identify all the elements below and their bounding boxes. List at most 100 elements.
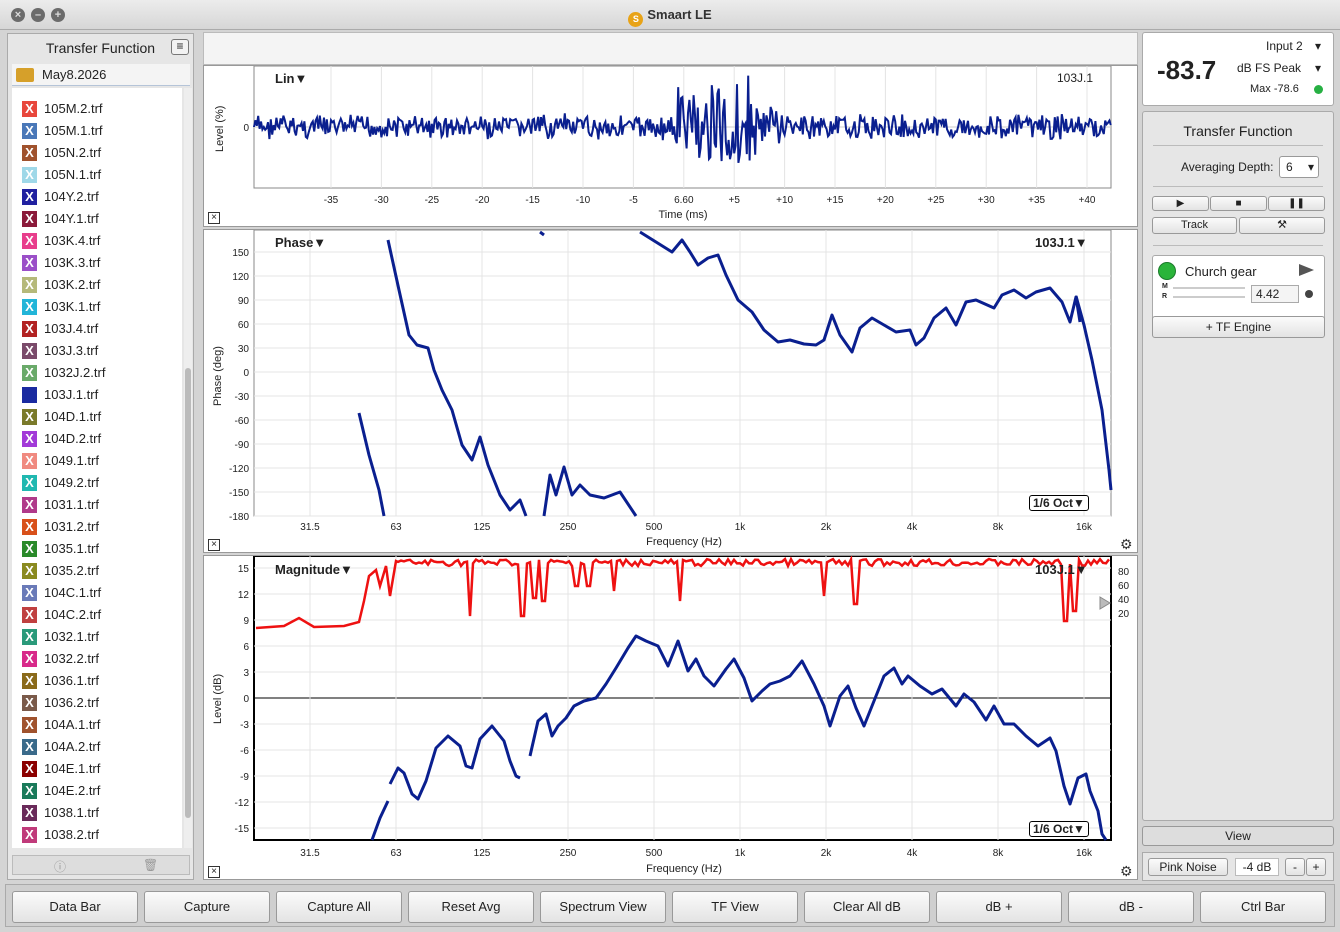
- file-item[interactable]: X 105M.1.trf: [12, 120, 180, 142]
- magnitude-smoothing-select[interactable]: 1/6 Oct▼: [1029, 821, 1089, 837]
- file-list-scrollbar[interactable]: [184, 88, 192, 848]
- gear-icon[interactable]: ⚙: [1120, 536, 1133, 553]
- view-button[interactable]: View: [1142, 826, 1334, 846]
- file-item[interactable]: X 1036.1.trf: [12, 670, 180, 692]
- magnitude-plot[interactable]: 15 12 9 6 3 0 -3 -6 -9 -12 -15 31.5 63 125 250 500 1k 2k 4…: [203, 555, 1138, 880]
- phase-trace-name[interactable]: 103J.1▼: [1035, 235, 1088, 250]
- db-button[interactable]: dB -: [1068, 891, 1194, 923]
- file-item[interactable]: X 104E.2.trf: [12, 780, 180, 802]
- menu-icon[interactable]: ≡: [171, 39, 189, 55]
- file-item[interactable]: X 1036.2.trf: [12, 692, 180, 714]
- file-item[interactable]: X 105N.2.trf: [12, 142, 180, 164]
- file-icon: X: [22, 629, 37, 645]
- file-item[interactable]: X 104A.2.trf: [12, 736, 180, 758]
- play-icon[interactable]: [1299, 264, 1314, 276]
- file-icon: X: [22, 123, 37, 139]
- impulse-x-tick: -5: [629, 195, 638, 206]
- file-item[interactable]: X 103J.4.trf: [12, 318, 180, 340]
- phase-smoothing-select[interactable]: 1/6 Oct▼: [1029, 495, 1089, 511]
- spectrum-view-button[interactable]: Spectrum View: [540, 891, 666, 923]
- capture-all-button[interactable]: Capture All: [276, 891, 402, 923]
- level-plus-button[interactable]: +: [1306, 858, 1326, 876]
- pink-noise-button[interactable]: Pink Noise: [1148, 858, 1228, 876]
- file-item[interactable]: X 104C.1.trf: [12, 582, 180, 604]
- clear-all-db-button[interactable]: Clear All dB: [804, 891, 930, 923]
- phase-y-tick: 60: [238, 320, 250, 331]
- pause-button[interactable]: ❚❚: [1268, 196, 1325, 211]
- info-icon[interactable]: ⓘ: [53, 858, 67, 874]
- impulse-plot[interactable]: -35 -30 -25 -20 -15 -10 -5 6.60 +5 +10 +15 +20 +25 +3…: [203, 65, 1138, 227]
- file-item[interactable]: X 1038.2.trf: [12, 824, 180, 846]
- play-button[interactable]: ▶: [1152, 196, 1209, 211]
- file-item[interactable]: X 104E.1.trf: [12, 758, 180, 780]
- file-item[interactable]: X 104A.1.trf: [12, 714, 180, 736]
- folder-row[interactable]: May8.2026: [12, 64, 190, 86]
- phase-plot[interactable]: 150 120 90 60 30 0 -30 -60 -90 -120 -150 -180 31.5 63…: [203, 229, 1138, 553]
- close-plot-icon[interactable]: ×: [208, 539, 220, 551]
- meter-unit-select[interactable]: dB FS Peak: [1237, 61, 1301, 75]
- chevron-down-icon[interactable]: ▾: [1315, 39, 1321, 53]
- magnitude-y-tick: 9: [243, 616, 249, 627]
- input-select[interactable]: Input 2: [1266, 39, 1303, 53]
- capture-button[interactable]: Capture: [144, 891, 270, 923]
- delay-field[interactable]: 4.42: [1251, 285, 1299, 303]
- file-list[interactable]: X 105M.2.trf X 105M.1.trf X 105N.2.trf X 105N.1…: [12, 88, 182, 848]
- magnitude-chart: 15129630-3-6-9-12-1531.5 63 125 250 500 1k 2k 4…: [235, 556, 1130, 859]
- file-item[interactable]: X 104D.2.trf: [12, 428, 180, 450]
- level-minus-button[interactable]: -: [1285, 858, 1305, 876]
- file-item[interactable]: X 103K.4.trf: [12, 230, 180, 252]
- file-item[interactable]: X 1038.1.trf: [12, 802, 180, 824]
- file-item[interactable]: X 1035.1.trf: [12, 538, 180, 560]
- close-plot-icon[interactable]: ×: [208, 212, 220, 224]
- record-icon[interactable]: [1305, 290, 1313, 298]
- file-item[interactable]: X 105N.1.trf: [12, 164, 180, 186]
- file-item[interactable]: X 103K.2.trf: [12, 274, 180, 296]
- averaging-depth-select[interactable]: 6 ▾: [1279, 156, 1319, 178]
- file-item[interactable]: X 1049.1.trf: [12, 450, 180, 472]
- stop-button[interactable]: ■: [1210, 196, 1267, 211]
- file-item[interactable]: X 1031.2.trf: [12, 516, 180, 538]
- file-item[interactable]: X 105M.2.trf: [12, 98, 180, 120]
- magnitude-trace-name[interactable]: 103J.1▼: [1035, 562, 1088, 577]
- data-bar-button[interactable]: Data Bar: [12, 891, 138, 923]
- file-icon: X: [22, 189, 37, 205]
- phase-y-tick: -150: [229, 488, 249, 499]
- impulse-plot-title[interactable]: Lin▼: [275, 71, 307, 86]
- magnitude-plot-title[interactable]: Magnitude▼: [275, 562, 353, 577]
- file-icon: X: [22, 211, 37, 227]
- ctrl-bar-button[interactable]: Ctrl Bar: [1200, 891, 1326, 923]
- file-item[interactable]: X 1032J.2.trf: [12, 362, 180, 384]
- file-item[interactable]: X 1035.2.trf: [12, 560, 180, 582]
- tools-icon[interactable]: ⚒: [1239, 217, 1325, 234]
- file-item[interactable]: X 104C.2.trf: [12, 604, 180, 626]
- trash-icon[interactable]: 🗑: [143, 858, 158, 872]
- file-item[interactable]: X 1032.1.trf: [12, 626, 180, 648]
- track-button[interactable]: Track: [1152, 217, 1237, 234]
- file-item[interactable]: 103J.1.trf: [12, 384, 180, 406]
- file-item[interactable]: X 104Y.2.trf: [12, 186, 180, 208]
- file-item[interactable]: X 104Y.1.trf: [12, 208, 180, 230]
- add-tf-engine-button[interactable]: + TF Engine: [1152, 316, 1325, 338]
- file-item[interactable]: X 103K.3.trf: [12, 252, 180, 274]
- chevron-down-icon[interactable]: ▾: [1315, 61, 1321, 75]
- smaart-logo-icon: S: [628, 12, 644, 27]
- db-button[interactable]: dB +: [936, 891, 1062, 923]
- reset-avg-button[interactable]: Reset Avg: [408, 891, 534, 923]
- file-item[interactable]: X 104D.1.trf: [12, 406, 180, 428]
- close-plot-icon[interactable]: ×: [208, 866, 220, 878]
- gear-icon[interactable]: ⚙: [1120, 863, 1133, 880]
- scrollbar-thumb[interactable]: [185, 368, 191, 818]
- file-name: 104C.1.trf: [44, 585, 102, 600]
- file-item[interactable]: X 103J.3.trf: [12, 340, 180, 362]
- file-item[interactable]: X 1049.2.trf: [12, 472, 180, 494]
- file-item[interactable]: X 103K.1.trf: [12, 296, 180, 318]
- tf-view-button[interactable]: TF View: [672, 891, 798, 923]
- file-item[interactable]: X 1032.2.trf: [12, 648, 180, 670]
- pink-noise-level[interactable]: -4 dB: [1235, 858, 1279, 876]
- measurement-status-icon[interactable]: [1158, 262, 1176, 280]
- measurement-name[interactable]: Church gear: [1185, 264, 1257, 279]
- file-name: 1049.1.trf: [44, 453, 99, 468]
- file-item[interactable]: X 1031.1.trf: [12, 494, 180, 516]
- phase-plot-title[interactable]: Phase▼: [275, 235, 326, 250]
- impulse-chart: -35 -30 -25 -20 -15 -10 -5 6.60 +5 +10 +15 +20 +25 +3…: [243, 66, 1112, 206]
